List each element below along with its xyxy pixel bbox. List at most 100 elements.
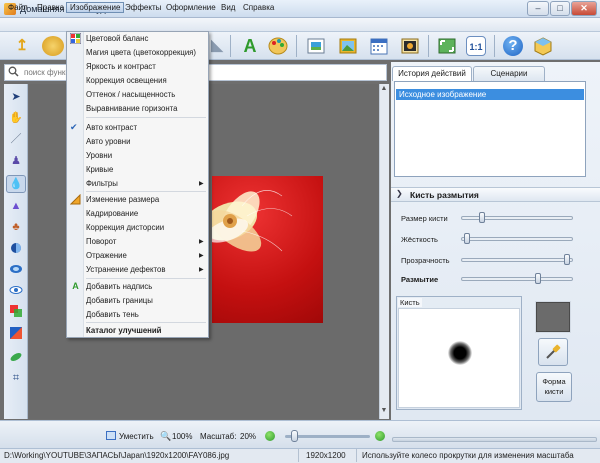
actual-size-button[interactable]: 100%	[172, 432, 192, 441]
fit-icon[interactable]	[106, 431, 116, 440]
maximize-button[interactable]: □	[550, 1, 570, 16]
photo-icon[interactable]	[338, 36, 358, 56]
menu-resize[interactable]: Изменение размера	[86, 195, 159, 204]
menu-hue-saturation[interactable]: Оттенок / насыщенность	[86, 90, 175, 99]
color-channels-icon[interactable]	[8, 304, 24, 320]
photo-image[interactable]	[212, 176, 323, 323]
checkmark-icon: ✔	[70, 122, 78, 132]
menu-separator	[86, 191, 206, 192]
open-file-icon[interactable]: ↥	[12, 36, 32, 56]
brush-group-label: Кисть	[398, 298, 422, 307]
menu-brightness-contrast[interactable]: Яркость и контраст	[86, 62, 156, 71]
menu-color-balance[interactable]: Цветовой баланс	[86, 34, 148, 43]
retouch-icon[interactable]: ♣	[8, 219, 24, 235]
menu-filters[interactable]: Фильтры	[86, 179, 118, 188]
zoom-slider-thumb[interactable]	[291, 430, 299, 442]
menu-add-caption[interactable]: Добавить надпись	[86, 282, 152, 291]
menu-levels[interactable]: Уровни	[86, 151, 112, 160]
frame-icon[interactable]	[306, 36, 326, 56]
transparency-thumb[interactable]	[563, 254, 570, 265]
blur-amount-thumb[interactable]	[535, 273, 542, 284]
calendar-icon[interactable]	[369, 36, 389, 56]
menu-color-magic[interactable]: Магия цвета (цветокоррекция)	[86, 48, 196, 57]
minimize-button[interactable]: –	[527, 1, 549, 16]
paint-palette-icon[interactable]	[268, 36, 288, 56]
crop-icon[interactable]: ⌗	[8, 370, 24, 386]
menu-add-shadow[interactable]: Добавить тень	[86, 310, 139, 319]
menu-image[interactable]: Изображение	[66, 2, 125, 13]
close-button[interactable]: ✕	[571, 1, 597, 16]
tool-icon[interactable]: ◣	[207, 36, 227, 56]
menu-auto-contrast[interactable]: Авто контраст	[86, 123, 137, 132]
stamp-icon[interactable]: ♟	[8, 153, 24, 169]
color-swatch[interactable]	[535, 301, 571, 333]
menu-separator	[86, 278, 206, 279]
collapse-chevron-icon[interactable]: ❯	[396, 189, 403, 198]
shape-icon[interactable]	[8, 350, 24, 366]
scale-value: 20%	[240, 432, 257, 441]
menu-help[interactable]: Справка	[240, 2, 277, 13]
text-a-icon[interactable]: A	[240, 36, 260, 56]
toolbar-separator	[230, 35, 231, 57]
menu-auto-levels[interactable]: Авто уровни	[86, 137, 130, 146]
saturation-icon[interactable]	[8, 262, 24, 278]
zoom-in-icon[interactable]	[375, 431, 385, 441]
status-separator	[298, 449, 299, 462]
tab-scenarios[interactable]: Сценарии	[473, 66, 545, 81]
menu-enhancement-catalog[interactable]: Каталог улучшений	[86, 326, 161, 335]
menu-add-borders[interactable]: Добавить границы	[86, 296, 153, 305]
menu-curves[interactable]: Кривые	[86, 165, 113, 174]
sharpen-icon[interactable]: ▲	[8, 198, 24, 214]
menu-horizon-alignment[interactable]: Выравнивание горизонта	[86, 104, 177, 113]
eyedropper-icon	[546, 344, 561, 359]
status-image-size: 1920x1200	[306, 451, 346, 460]
gradient-icon[interactable]	[8, 326, 24, 342]
fit-screen-icon[interactable]	[437, 36, 457, 56]
blur-amount-slider[interactable]	[461, 277, 573, 281]
transparency-slider[interactable]	[461, 258, 573, 262]
vertical-scrollbar[interactable]	[379, 84, 389, 419]
menu-design[interactable]: Оформление	[163, 2, 219, 13]
menu-distortion-correction[interactable]: Коррекция дисторсии	[86, 223, 164, 232]
tab-history[interactable]: История действий	[392, 66, 472, 81]
zoom-out-icon[interactable]	[265, 431, 275, 441]
hand-icon[interactable]: ✋	[8, 110, 24, 126]
eye-icon[interactable]	[8, 283, 24, 299]
blur-amount-label: Размытие	[401, 275, 439, 284]
hardness-label: Жёсткость	[401, 235, 438, 244]
menu-file[interactable]: Файл	[5, 2, 31, 13]
brush-shape-button[interactable]: Форма кисти	[536, 372, 572, 402]
fit-button[interactable]: Уместить	[119, 432, 154, 441]
eyedropper-button[interactable]	[538, 338, 568, 366]
box-icon[interactable]	[533, 36, 553, 56]
palette-icon[interactable]	[42, 36, 64, 56]
magnifier-icon: 🔍	[160, 431, 172, 441]
menu-edit[interactable]: Правка	[34, 2, 67, 13]
menu-defect-removal[interactable]: Устранение дефектов	[86, 265, 165, 274]
actual-size-icon[interactable]: 1:1	[466, 36, 486, 56]
blur-drop-icon[interactable]: 💧	[6, 175, 26, 193]
help-icon[interactable]: ?	[503, 36, 523, 56]
hardness-thumb[interactable]	[464, 233, 471, 244]
hardness-slider[interactable]	[461, 237, 573, 241]
menu-view[interactable]: Вид	[218, 2, 238, 13]
text-a-icon: A	[72, 281, 79, 291]
menu-crop[interactable]: Кадрирование	[86, 209, 138, 218]
brush-tool-icon[interactable]: ／	[8, 131, 24, 147]
brush-size-slider[interactable]	[461, 216, 573, 220]
collage-icon[interactable]	[400, 36, 420, 56]
toolbar-separator	[428, 35, 429, 57]
pointer-icon[interactable]: ➤	[8, 89, 24, 105]
menu-rotate[interactable]: Поворот	[86, 237, 116, 246]
zoom-bar	[0, 420, 600, 448]
menu-effects[interactable]: Эффекты	[122, 2, 164, 13]
menu-light-correction[interactable]: Коррекция освещения	[86, 76, 167, 85]
contrast-icon[interactable]	[8, 241, 24, 257]
status-separator	[356, 449, 357, 462]
history-item[interactable]: Исходное изображение	[396, 89, 584, 100]
scroll-down-arrow-icon[interactable]: ▼	[380, 407, 388, 417]
brush-size-thumb[interactable]	[479, 212, 486, 223]
resize-icon	[69, 193, 81, 205]
menu-flip[interactable]: Отражение	[86, 251, 127, 260]
scroll-up-arrow-icon[interactable]: ▲	[380, 85, 388, 95]
